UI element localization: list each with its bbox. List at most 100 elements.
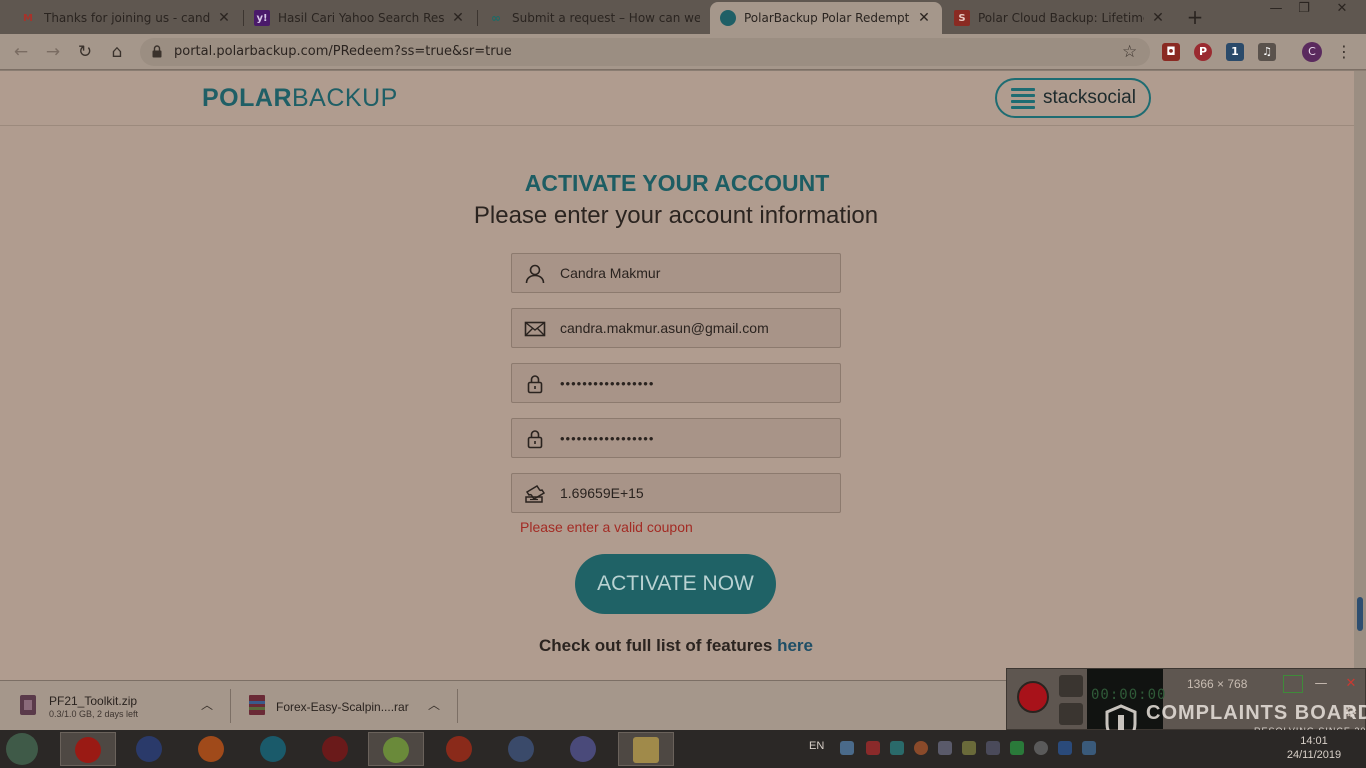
yahoo-icon: y! [254, 10, 270, 26]
tab-close-icon[interactable]: ✕ [1150, 10, 1166, 26]
browser-toolbar: ← → ↻ ⌂ portal.polarbackup.com/PRedeem?s… [0, 34, 1366, 70]
extension-icon[interactable]: 1 [1226, 43, 1244, 61]
tray-icon[interactable] [1082, 741, 1096, 755]
taskbar-app[interactable] [308, 732, 364, 766]
lock-icon [527, 430, 543, 449]
taskbar-ccleaner[interactable] [122, 732, 178, 766]
tab-yahoo[interactable]: y! Hasil Cari Yahoo Search Results ✕ [244, 2, 476, 34]
page-scrollbar[interactable] [1354, 71, 1366, 680]
download-item[interactable]: Forex-Easy-Scalpin....rar ︿ [231, 681, 457, 731]
minimize-icon[interactable]: — [1311, 675, 1331, 693]
email-input[interactable] [560, 309, 836, 347]
taskbar-chrome[interactable] [368, 732, 424, 766]
home-button[interactable]: ⌂ [106, 41, 128, 63]
profile-avatar[interactable]: C [1302, 42, 1322, 62]
pause-icon[interactable] [1059, 703, 1083, 725]
page-subtitle: Please enter your account information [473, 202, 879, 229]
coupon-input[interactable] [560, 474, 836, 512]
gmail-icon: M [23, 12, 33, 24]
lock-icon[interactable] [152, 45, 162, 58]
taskbar-opera[interactable] [60, 732, 116, 766]
stacksocial-badge[interactable]: stacksocial [995, 78, 1151, 118]
tab-close-icon[interactable]: ✕ [450, 10, 466, 26]
reload-button[interactable]: ↻ [74, 41, 96, 63]
tray-icon[interactable] [890, 741, 904, 755]
extension-icon[interactable]: ♫ [1258, 43, 1276, 61]
tray-icon[interactable] [866, 741, 880, 755]
camera-icon[interactable] [1059, 675, 1083, 697]
recorder-resolution: 1366 × 768 [1187, 677, 1248, 691]
start-button[interactable] [6, 733, 38, 765]
taskbar-shield[interactable] [494, 732, 550, 766]
chevron-up-icon[interactable]: ︿ [428, 696, 440, 713]
close-icon[interactable]: ✕ [1341, 675, 1361, 693]
coupon-field [511, 473, 841, 513]
close-window-button[interactable]: ✕ [1322, 0, 1362, 20]
taskbar-file-explorer[interactable] [618, 732, 674, 766]
taskbar-app[interactable] [556, 732, 612, 766]
opera-icon [75, 737, 101, 763]
rar-file-icon [249, 695, 265, 715]
tray-icon[interactable] [840, 741, 854, 755]
tray-icon[interactable] [1034, 741, 1048, 755]
download-item[interactable]: PF21_Toolkit.zip 0.3/1.0 GB, 2 days left… [0, 681, 230, 731]
link-icon: ∞ [491, 11, 501, 25]
tab-polarbackup[interactable]: PolarBackup Polar Redemption ✕ [710, 2, 942, 34]
tab-close-icon[interactable]: ✕ [216, 10, 232, 26]
tab-submit-request[interactable]: ∞ Submit a request – How can we [478, 2, 710, 34]
tray-icon[interactable] [914, 741, 928, 755]
tray-icon[interactable] [986, 741, 1000, 755]
app-icon [322, 736, 348, 762]
name-field [511, 253, 841, 293]
extension-icon[interactable]: ◘ [1162, 43, 1180, 61]
language-indicator[interactable]: EN [809, 740, 824, 752]
pinterest-icon[interactable]: P [1194, 43, 1212, 61]
browser-menu-icon[interactable]: ⋮ [1336, 42, 1352, 62]
app-icon [570, 736, 596, 762]
download-divider [457, 689, 458, 723]
tray-icon[interactable] [962, 741, 976, 755]
site-header: POLARBACKUP stacksocial [0, 71, 1354, 126]
password-input[interactable] [560, 364, 836, 402]
features-link[interactable]: here [777, 636, 813, 655]
url-text[interactable]: portal.polarbackup.com/PRedeem?ss=true&s… [174, 44, 512, 59]
system-clock[interactable]: 14:01 24/11/2019 [1272, 734, 1356, 762]
new-tab-button[interactable]: + [1184, 6, 1206, 28]
extension-badge: 1 [1231, 45, 1239, 58]
minimize-window-button[interactable]: — [1262, 0, 1290, 20]
back-button[interactable]: ← [10, 41, 32, 63]
activate-now-button[interactable]: ACTIVATE NOW [575, 554, 776, 614]
ticket-icon [525, 484, 546, 503]
app-icon [260, 736, 286, 762]
hamburger-icon [1011, 87, 1035, 109]
windows-taskbar: EN 14:01 24/11/2019 [0, 730, 1366, 768]
tab-stacksocial[interactable]: S Polar Cloud Backup: Lifetime Su ✕ [944, 2, 1176, 34]
confirm-password-input[interactable] [560, 419, 836, 457]
taskbar-firefox[interactable] [184, 732, 240, 766]
taskbar-app[interactable] [246, 732, 302, 766]
page-content: POLARBACKUP stacksocial ACTIVATE YOUR AC… [0, 71, 1354, 680]
name-input[interactable] [560, 254, 836, 292]
polarbackup-logo[interactable]: POLARBACKUP [202, 84, 398, 113]
chevron-up-icon[interactable]: ︿ [201, 696, 213, 713]
tray-icon[interactable] [938, 741, 952, 755]
tab-close-icon[interactable]: ✕ [916, 10, 932, 26]
tab-gmail[interactable]: M Thanks for joining us - candra.m ✕ [10, 2, 242, 34]
lock-icon [527, 375, 543, 394]
features-line: Check out full list of features here [539, 636, 813, 655]
tray-icon[interactable] [1010, 741, 1024, 755]
fullscreen-icon[interactable] [1283, 675, 1303, 693]
tray-icon[interactable] [1058, 741, 1072, 755]
shield-icon [508, 736, 534, 762]
browser-tab-strip: M Thanks for joining us - candra.m ✕ y! … [0, 0, 1366, 34]
record-button[interactable] [1017, 681, 1049, 713]
forward-button[interactable]: → [42, 41, 64, 63]
scrollbar-thumb[interactable] [1357, 597, 1363, 631]
address-bar[interactable]: portal.polarbackup.com/PRedeem?ss=true&s… [140, 38, 1150, 66]
restore-window-button[interactable]: ❐ [1290, 0, 1318, 20]
bookmark-star-icon[interactable]: ☆ [1122, 42, 1137, 62]
recorder-icon [446, 736, 472, 762]
email-field [511, 308, 841, 348]
taskbar-recorder[interactable] [432, 732, 488, 766]
ccleaner-icon [136, 736, 162, 762]
